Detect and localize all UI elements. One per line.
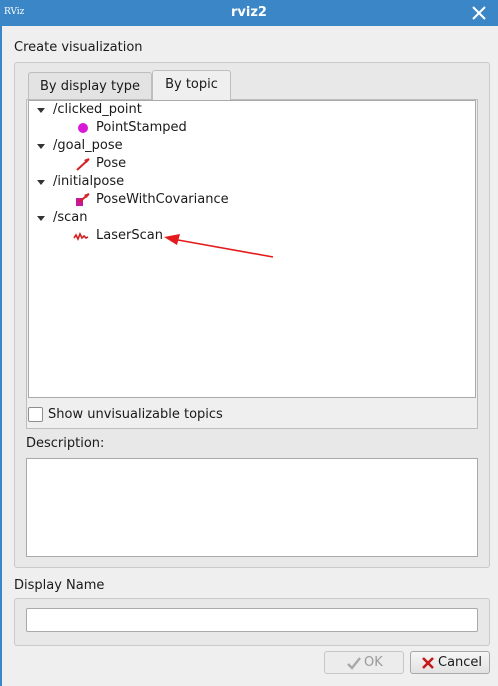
display-name-input[interactable] [26,608,478,632]
tab-by-topic[interactable]: By topic [152,70,231,100]
ok-button[interactable]: OK [324,651,404,674]
tree-display-pose-with-covariance[interactable]: PoseWithCovariance [96,191,229,209]
tree-display-laser-scan[interactable]: LaserScan [96,227,163,245]
tree-topic-clicked-point[interactable]: /clicked_point [53,101,142,119]
point-stamped-icon [78,123,88,133]
cancel-x-icon [422,657,434,669]
tree-topic-initialpose[interactable]: /initialpose [53,173,124,191]
ok-label: OK [364,655,383,670]
window-title: rviz2 [231,5,267,20]
tree-display-point-stamped[interactable]: PointStamped [96,119,187,137]
expand-arrow-icon[interactable] [37,216,45,221]
tab-by-display-type[interactable]: By display type [28,72,152,101]
tree-topic-goal-pose[interactable]: /goal_pose [53,137,123,155]
window-border [0,26,2,686]
expand-arrow-icon[interactable] [37,144,45,149]
close-icon [472,6,486,20]
title-bar[interactable]: RViz rviz2 [0,0,498,26]
display-name-label: Display Name [14,578,105,593]
tree-display-pose[interactable]: Pose [96,155,126,173]
annotation-arrow-icon [164,234,274,258]
description-box [26,458,478,557]
cancel-label: Cancel [438,655,483,670]
expand-arrow-icon[interactable] [37,108,45,113]
create-visualization-label: Create visualization [14,40,143,55]
check-icon [347,657,361,670]
tree-topic-scan[interactable]: /scan [53,209,88,227]
laser-scan-icon [73,232,89,241]
show-unvisualizable-label[interactable]: Show unvisualizable topics [48,407,223,422]
close-button[interactable] [466,2,492,24]
pose-covariance-icon [76,193,90,206]
cancel-button[interactable]: Cancel [410,651,490,674]
expand-arrow-icon[interactable] [37,180,45,185]
show-unvisualizable-checkbox[interactable] [28,407,43,422]
pose-arrow-icon [76,158,90,171]
description-label: Description: [26,436,105,451]
